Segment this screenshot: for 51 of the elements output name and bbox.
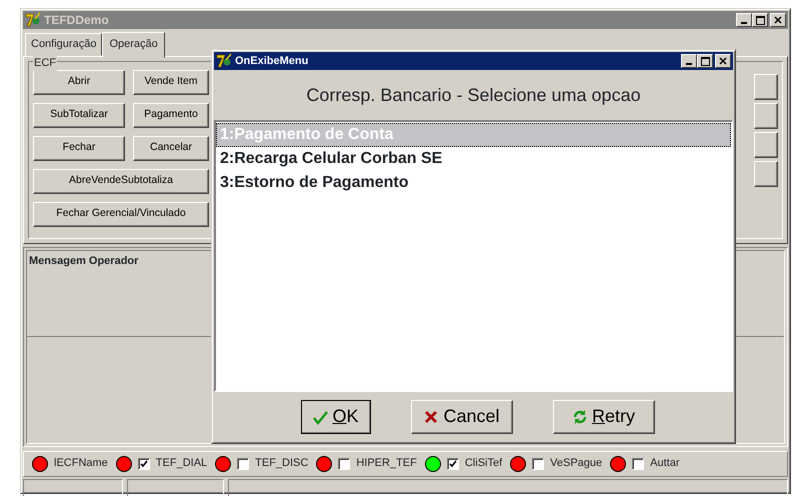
ok-button[interactable]: OK: [300, 400, 370, 434]
checkbox-label: CliSiTef: [464, 456, 502, 472]
button[interactable]: [754, 132, 778, 158]
maximize-button[interactable]: [752, 13, 768, 27]
dialog-title: OnExibeMenu: [235, 54, 308, 69]
checkbox[interactable]: [338, 458, 350, 470]
checkbox-label: HIPER_TEF: [356, 456, 417, 472]
button[interactable]: Abrir: [33, 70, 125, 94]
button[interactable]: SubTotalizar: [33, 102, 125, 128]
close-button[interactable]: [770, 13, 786, 27]
checkbox[interactable]: [237, 458, 250, 470]
checkbox[interactable]: [632, 458, 644, 470]
app-logo-icon: [216, 53, 232, 69]
refresh-icon: [572, 408, 588, 424]
cross-icon: [423, 408, 440, 424]
retry-button[interactable]: Retry: [552, 400, 654, 434]
maximize-icon: [700, 56, 710, 66]
cancel-button[interactable]: Cancel: [410, 400, 512, 434]
checkbox-label: Auttar: [650, 456, 680, 472]
menu-option[interactable]: 2:Recarga Celular Corban SE: [216, 147, 731, 171]
status-label: lECFName: [54, 456, 108, 472]
window-title: TEFDDemo: [44, 12, 109, 29]
check-icon: [312, 408, 328, 424]
maximize-icon: [756, 16, 764, 24]
maximize-button[interactable]: [697, 54, 713, 68]
button[interactable]: [754, 74, 778, 100]
close-button[interactable]: [715, 54, 731, 68]
checkbox[interactable]: [138, 458, 150, 470]
minimize-button[interactable]: [681, 54, 697, 68]
app-logo-icon: [25, 12, 41, 28]
checkbox-label: VeSPague: [550, 456, 602, 472]
minimize-button[interactable]: [736, 13, 752, 27]
close-icon: [719, 57, 727, 65]
button[interactable]: Pagamento: [133, 102, 209, 128]
button[interactable]: Fechar Gerencial/Vinculado: [33, 202, 209, 226]
menu-option[interactable]: 3:Estorno de Pagamento: [216, 171, 731, 195]
checkbox-label: TEF_DIAL: [156, 456, 208, 472]
button[interactable]: [754, 102, 778, 128]
dialog-heading: Corresp. Bancario - Selecione uma opcao: [306, 84, 641, 107]
button[interactable]: Vende Item: [133, 70, 209, 94]
button[interactable]: Cancelar: [133, 136, 209, 160]
button[interactable]: AbreVendeSubtotaliza: [33, 168, 209, 194]
tab[interactable]: Configuração: [25, 33, 102, 56]
checkbox[interactable]: [446, 458, 459, 470]
checkbox[interactable]: [532, 458, 544, 470]
group-title: ECF: [33, 54, 57, 71]
checkbox-label: TEF_DISC: [255, 456, 308, 472]
button[interactable]: Fechar: [33, 136, 125, 160]
button[interactable]: [754, 160, 778, 186]
tab[interactable]: Operação: [102, 32, 165, 58]
close-icon: [774, 16, 782, 24]
